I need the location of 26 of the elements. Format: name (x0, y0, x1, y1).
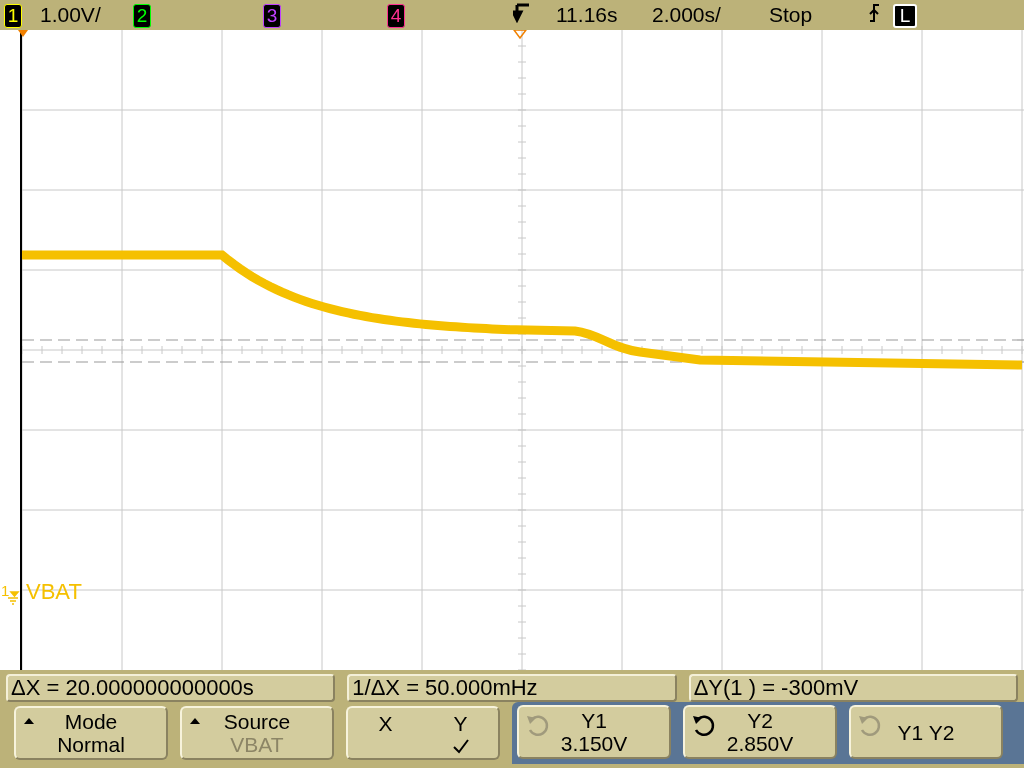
ground-marker-label: 1 (1, 582, 10, 599)
run-state: Stop (769, 3, 814, 27)
cursor-readout: ΔX = 20.000000000000s (6, 674, 336, 702)
softkey[interactable]: Mode Normal (14, 706, 168, 760)
caret-icon (190, 718, 200, 724)
vertical-scale: 1.00V/ (40, 3, 102, 27)
softkey[interactable]: Y2 2.850V (683, 705, 837, 759)
softkey[interactable]: X Y (346, 706, 500, 760)
cursor-readout: ΔY(1 ) = -300mV (688, 674, 1018, 702)
caret-icon (24, 718, 34, 724)
channel-badge[interactable]: 4 (387, 3, 405, 28)
channel-badge[interactable]: 1 (4, 3, 22, 28)
ground-symbol-icon (7, 591, 20, 605)
softkey[interactable]: Source VBAT (180, 706, 334, 760)
softkey[interactable]: Y1 3.150V (517, 705, 671, 759)
channel-badge[interactable]: 2 (133, 3, 151, 28)
rising-edge-icon (868, 2, 880, 23)
trigger-time: 11.16s (556, 3, 619, 27)
channel-badge[interactable]: 3 (263, 3, 281, 28)
time-scale: 2.000s/ (652, 3, 722, 27)
trigger-mode: L (893, 3, 917, 28)
waveform-label: VBAT (26, 579, 82, 604)
trigger-position-icon (513, 2, 531, 23)
cursor-readout: 1/ΔX = 50.000mHz (347, 674, 677, 702)
softkey[interactable]: Y1 Y2 (849, 705, 1003, 759)
trigger-marker (512, 30, 528, 40)
